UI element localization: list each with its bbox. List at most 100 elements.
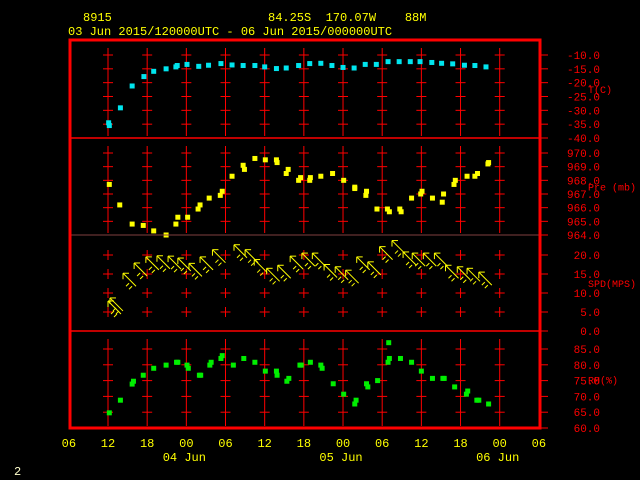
temperature-point [373, 61, 379, 67]
rh-point [175, 359, 181, 365]
temperature-point [429, 59, 435, 65]
pressure-point [409, 195, 415, 201]
y-tick-label: -10.0 [567, 51, 600, 63]
y-tick-label: 70.0 [574, 392, 600, 404]
y-axis-label: Pre (mb) [588, 183, 636, 195]
rh-point [208, 359, 214, 365]
y-tick-label: -15.0 [567, 65, 600, 77]
rh-point [386, 355, 392, 361]
temperature-point [229, 62, 235, 68]
x-tick-label: 12 [414, 437, 428, 451]
rh-point [486, 401, 492, 407]
temperature-point [196, 63, 202, 69]
temperature-point [240, 63, 246, 69]
x-tick-label: 00 [492, 437, 506, 451]
pressure-point [452, 177, 458, 183]
rh-point [452, 384, 458, 390]
date-label: 06 Jun [476, 451, 519, 465]
x-tick-label: 06 [62, 437, 76, 451]
plot-frame [68, 38, 542, 430]
y-tick-label: 969.0 [567, 163, 600, 175]
wind-arrow [311, 252, 326, 270]
pressure-point [241, 166, 247, 172]
temperature-point [273, 66, 279, 72]
y-tick-label: 65.0 [574, 408, 600, 420]
x-tick-label: 06 [375, 437, 389, 451]
rh-point [319, 365, 325, 371]
rh-point [409, 359, 415, 365]
pressure-point [274, 160, 280, 166]
temperature-point [362, 61, 368, 67]
x-tick-label: 06 [218, 437, 232, 451]
temperature-point [307, 61, 313, 67]
rh-point [198, 372, 204, 378]
wind-arrow [345, 269, 359, 287]
temperature-point [417, 59, 423, 65]
temperature-point [184, 61, 190, 67]
temperature-point [385, 59, 391, 65]
x-tick-label: 18 [297, 437, 311, 451]
y-tick-label: 85.0 [574, 345, 600, 357]
date-label: 04 Jun [163, 451, 206, 465]
y-tick-label: 80.0 [574, 361, 600, 373]
pressure-point [475, 171, 481, 176]
rh-point [140, 372, 146, 378]
y-tick-label: 970.0 [567, 149, 600, 161]
pressure-point [285, 166, 291, 172]
temperature-point [117, 105, 123, 111]
y-axis-label: RH(%) [588, 376, 618, 388]
pressure-point [229, 173, 235, 179]
pressure-point [262, 157, 268, 163]
pressure-point [117, 202, 123, 208]
rh-point [130, 378, 136, 384]
rh-point [252, 359, 258, 365]
temperature-point [407, 59, 413, 65]
temperature-point [218, 61, 224, 67]
y-tick-label: 965.0 [567, 217, 600, 229]
pressure-point [419, 188, 425, 194]
rh-point [418, 368, 424, 374]
y-tick-label: 60.0 [574, 424, 600, 436]
x-tick-label: 00 [336, 437, 350, 451]
rh-point [286, 375, 292, 381]
wind-arrow [122, 272, 137, 290]
rh-point [117, 397, 123, 403]
pressure-point [197, 202, 203, 208]
x-tick-label: 18 [140, 437, 154, 451]
rh-point [151, 365, 157, 371]
y-tick-label: 20.0 [574, 251, 600, 263]
temperature-point [329, 63, 335, 69]
y-tick-label: 964.0 [567, 231, 600, 243]
pressure-point [151, 228, 157, 234]
wind-arrow [445, 264, 459, 282]
temperature-point [340, 64, 346, 70]
rh-point [465, 388, 471, 394]
rh-point [298, 362, 304, 368]
rh-point [330, 381, 336, 387]
temperature-point [151, 68, 157, 74]
rh-point [341, 391, 347, 397]
rh-point [274, 372, 280, 378]
y-tick-label: -35.0 [567, 120, 600, 132]
pressure-point [374, 206, 380, 212]
temperature-point [163, 66, 169, 72]
temperature-point [439, 60, 445, 66]
pressure-point [219, 188, 225, 194]
temperature-point [252, 63, 258, 69]
pressure-point [464, 173, 470, 179]
rh-point [241, 355, 247, 361]
wind-arrow [478, 271, 493, 289]
rh-point [441, 375, 447, 381]
rh-point [163, 362, 169, 368]
x-tick-label: 00 [179, 437, 193, 451]
y-tick-label: 966.0 [567, 204, 600, 216]
x-tick-label: 18 [453, 437, 467, 451]
temperature-point [283, 65, 289, 71]
pressure-point [352, 186, 358, 192]
temperature-point [472, 63, 478, 69]
wind-arrow [133, 262, 148, 280]
temperature-point [106, 123, 112, 129]
pressure-point [129, 221, 135, 227]
meteogram: -10.0-15.0-20.0-25.0-30.0-35.0-40.0T(C)9… [62, 38, 636, 465]
rh-point [365, 384, 371, 390]
